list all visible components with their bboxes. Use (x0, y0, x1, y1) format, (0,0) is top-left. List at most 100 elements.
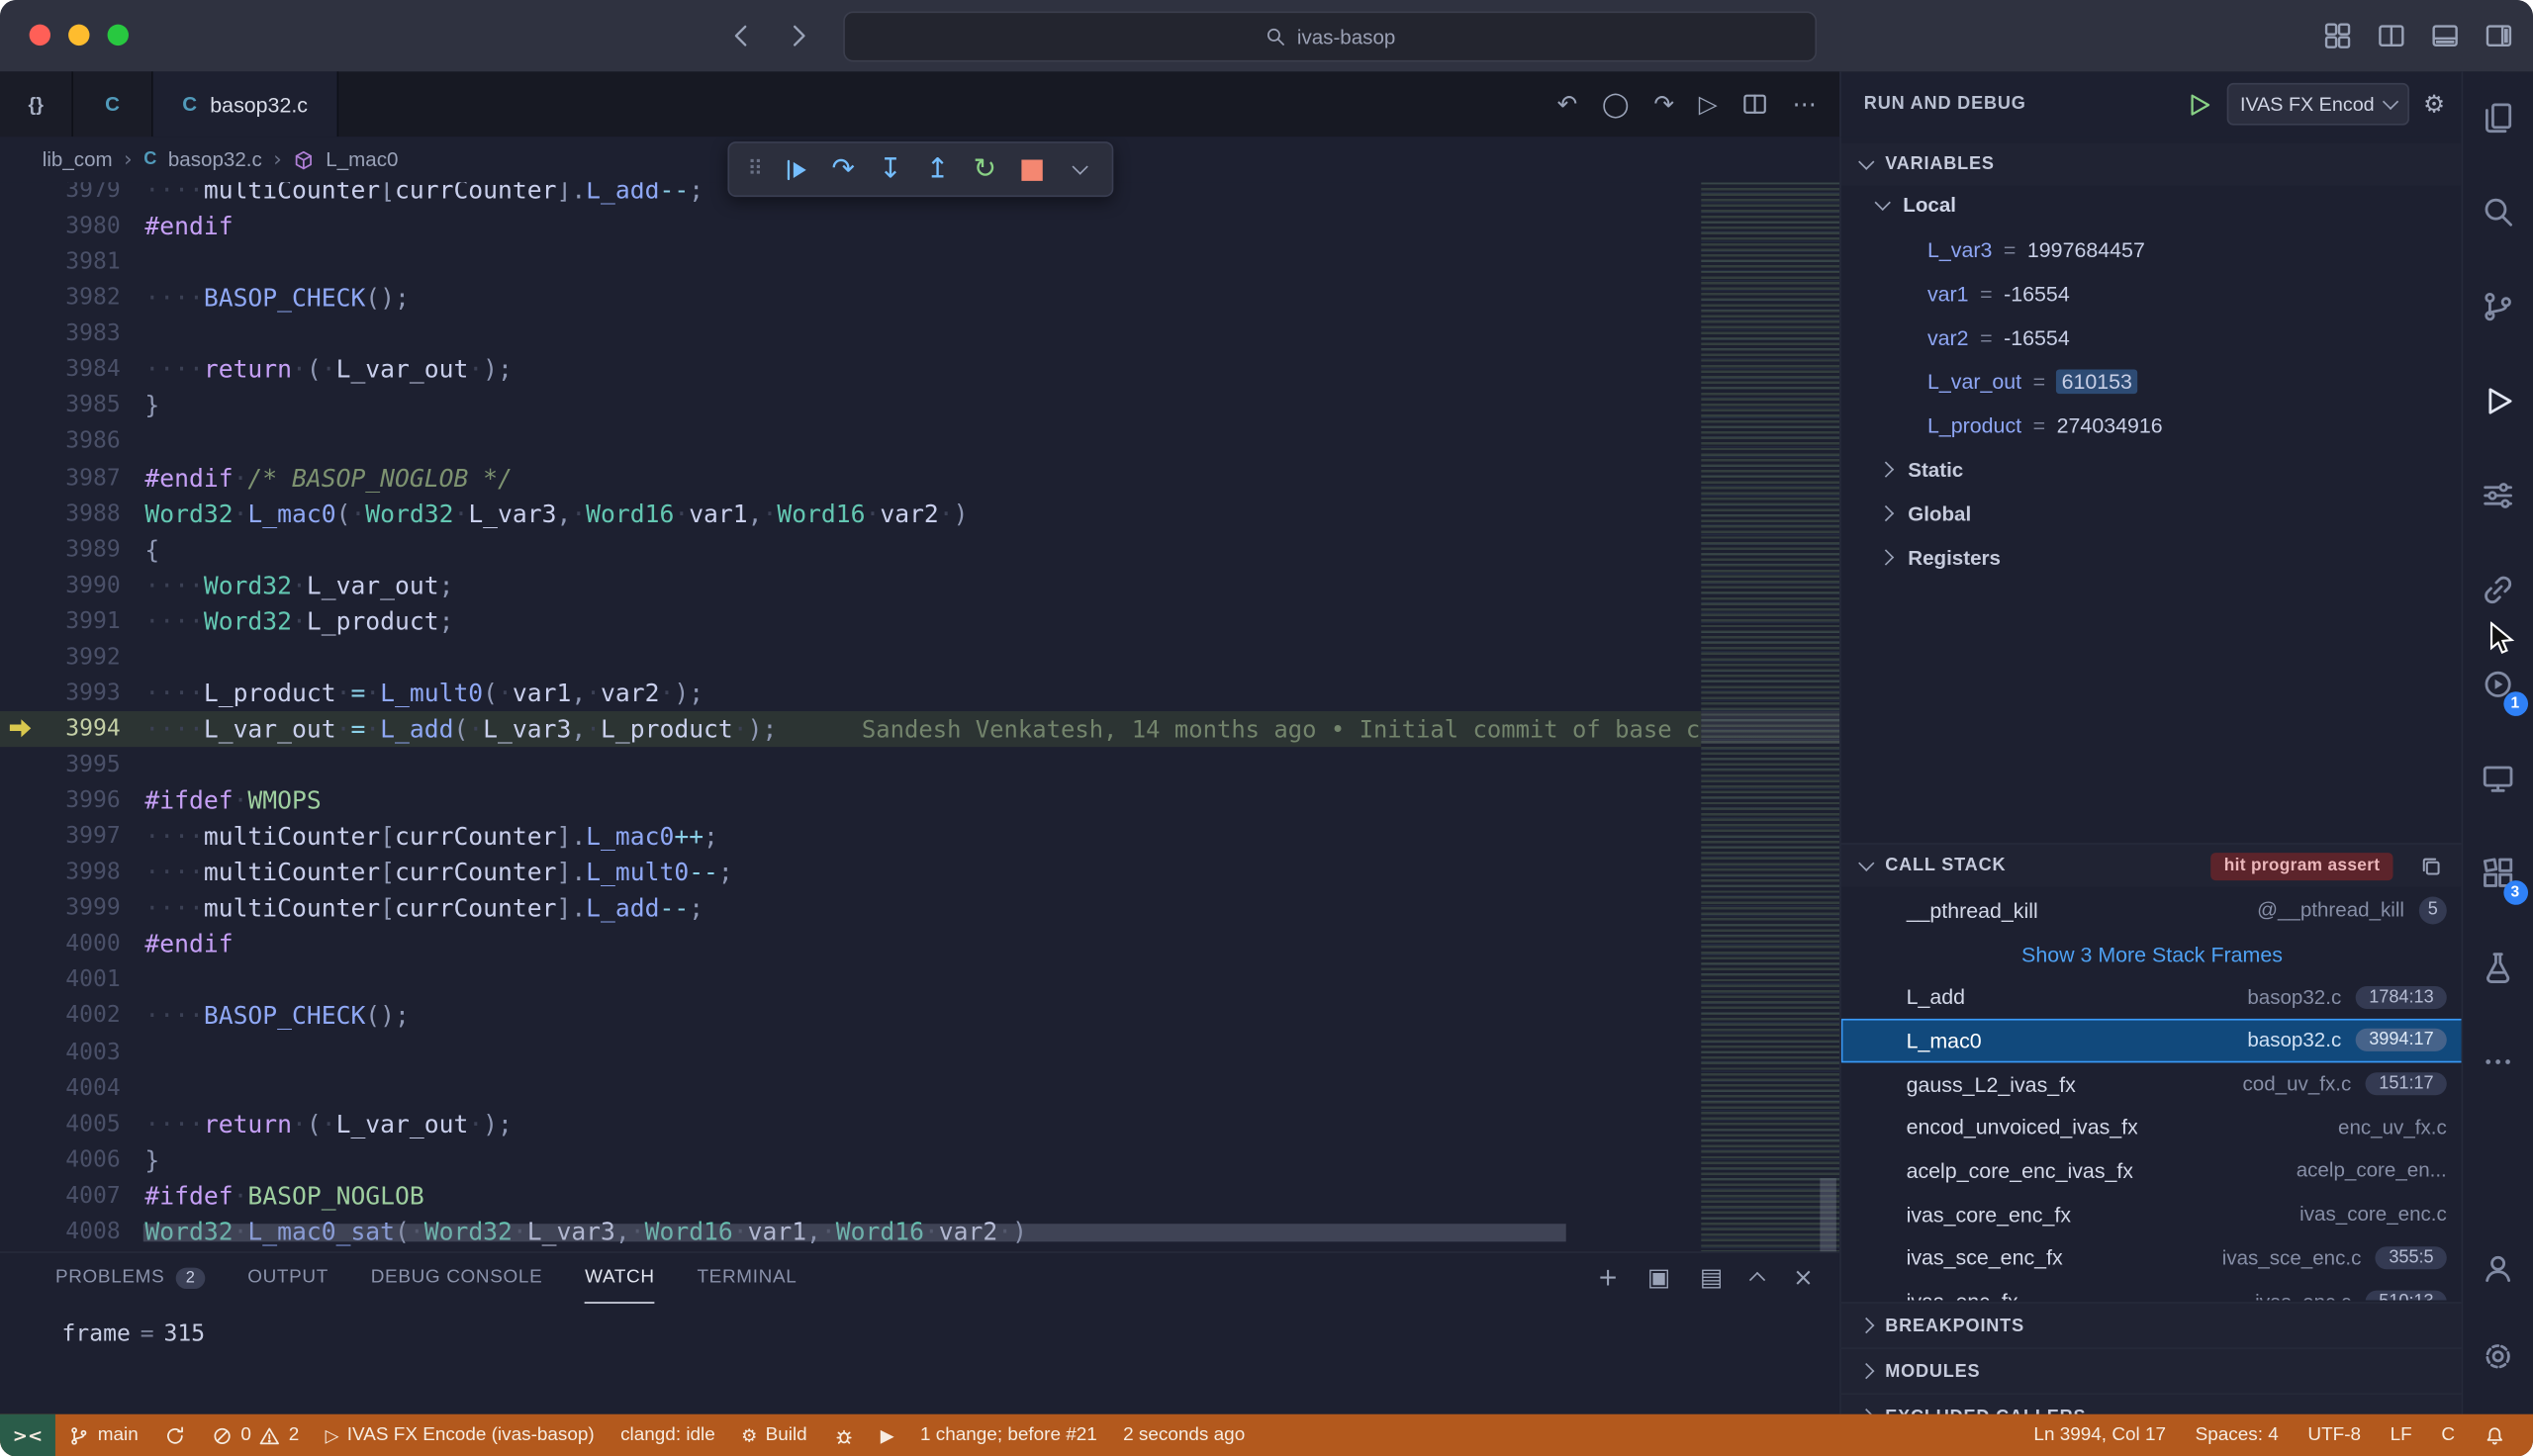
status-blame-age[interactable]: 2 seconds ago (1110, 1414, 1258, 1456)
status-indentation[interactable]: Spaces: 4 (2181, 1414, 2294, 1456)
variable-row[interactable]: L_var_out=610153 (1841, 360, 2463, 404)
line-number[interactable]: 3984 (0, 352, 121, 388)
line-number[interactable]: 3996 (0, 782, 121, 818)
watch-expression-row[interactable]: frame=315 (62, 1321, 206, 1347)
variable-row[interactable]: L_product=274034916 (1841, 404, 2463, 447)
line-number[interactable]: 3990 (0, 568, 121, 603)
code-text[interactable]: #endif (121, 927, 1702, 962)
forward-icon[interactable] (785, 21, 814, 50)
line-number[interactable]: 3983 (0, 317, 121, 352)
panel-tab-watch[interactable]: WATCH (585, 1253, 655, 1304)
tab-pinned-c[interactable]: C (73, 71, 153, 136)
line-number[interactable]: 3982 (0, 280, 121, 316)
expand-toolbar-button[interactable] (1058, 148, 1100, 191)
horizontal-scrollbar[interactable] (143, 1224, 1566, 1241)
section-header-breakpoints[interactable]: BREAKPOINTS (1841, 1302, 2463, 1347)
launch-config-dropdown[interactable]: IVAS FX Encod (2227, 83, 2408, 126)
scope-global[interactable]: Global (1841, 492, 2463, 535)
code-text[interactable]: ····return·(·L_var_out·); (121, 1106, 1702, 1141)
minimize-window-button[interactable] (68, 25, 89, 46)
activity-debug-session[interactable]: 1 (2462, 648, 2533, 719)
activity-testing[interactable] (2462, 931, 2533, 1002)
line-number[interactable]: 4005 (0, 1106, 121, 1141)
stack-frame[interactable]: __pthread_kill@__pthread_kill5 (1841, 888, 2463, 932)
line-number[interactable]: 3992 (0, 639, 121, 675)
status-clangd-status[interactable]: clangd: idle (608, 1414, 728, 1456)
next-change-icon[interactable]: ↷ (1653, 89, 1674, 119)
status-cmake-build[interactable]: ⚙Build (728, 1414, 820, 1456)
code-text[interactable]: ····multiCounter[currCounter].L_mult0--; (121, 855, 1702, 890)
line-number[interactable]: 4002 (0, 998, 121, 1034)
code-text[interactable] (121, 639, 1702, 675)
status-cursor-position[interactable]: Ln 3994, Col 17 (2019, 1414, 2181, 1456)
status-notifications[interactable] (2470, 1414, 2520, 1456)
code-text[interactable] (121, 317, 1702, 352)
status-cmake-debug[interactable] (820, 1414, 868, 1456)
panel-tab-terminal[interactable]: TERMINAL (697, 1253, 797, 1304)
code-text[interactable]: } (121, 1141, 1702, 1177)
section-header-excluded-callers[interactable]: EXCLUDED CALLERS (1841, 1393, 2463, 1413)
panel-tab-debug-console[interactable]: DEBUG CONSOLE (371, 1253, 543, 1304)
activity-source-control[interactable] (2462, 270, 2533, 341)
line-number[interactable]: 3986 (0, 423, 121, 459)
activity-run-and-debug[interactable] (2462, 365, 2533, 436)
layout-columns-icon[interactable] (2377, 21, 2406, 50)
status-language-mode[interactable]: C (2427, 1414, 2470, 1456)
status-cmake-launch[interactable]: ▶ (868, 1414, 907, 1456)
tab-pinned-json[interactable]: {} (0, 71, 73, 136)
copy-call-stack-icon[interactable] (2419, 854, 2444, 878)
copy-panel-icon[interactable]: ▤ (1700, 1263, 1723, 1293)
line-number[interactable]: 3993 (0, 676, 121, 711)
close-window-button[interactable] (30, 25, 50, 46)
collapse-panel-icon[interactable] (1752, 1269, 1764, 1285)
layout-grid-icon[interactable] (2323, 21, 2353, 50)
line-number[interactable]: 3998 (0, 855, 121, 890)
show-more-stack-frames-link[interactable]: Show 3 More Stack Frames (1841, 932, 2463, 975)
status-encoding[interactable]: UTF-8 (2294, 1414, 2376, 1456)
line-number[interactable]: 4003 (0, 1035, 121, 1070)
step-into-button[interactable]: ↧ (870, 148, 912, 191)
code-text[interactable]: } (121, 388, 1702, 423)
step-out-button[interactable]: ↥ (916, 148, 959, 191)
zoom-window-button[interactable] (108, 25, 129, 46)
add-watch-icon[interactable]: + (1598, 1263, 1619, 1293)
line-number[interactable]: 3981 (0, 244, 121, 280)
line-number[interactable]: 3995 (0, 747, 121, 782)
variables-section-header[interactable]: VARIABLES (1841, 143, 2463, 186)
stop-button[interactable]: ■ (1011, 148, 1054, 191)
panel-tab-problems[interactable]: PROBLEMS2 (55, 1253, 205, 1304)
continue-button[interactable] (775, 148, 817, 191)
code-text[interactable]: #ifdef·WMOPS (121, 782, 1702, 818)
prev-change-icon[interactable]: ↶ (1557, 89, 1578, 119)
scope-local[interactable]: Local (1841, 182, 2463, 226)
variable-row[interactable]: var1=-16554 (1841, 272, 2463, 316)
step-over-button[interactable]: ↷ (822, 148, 865, 191)
code-text[interactable]: #endif·/* BASOP_NOGLOB */ (121, 460, 1702, 496)
activity-settings[interactable] (2462, 1320, 2533, 1391)
scope-registers[interactable]: Registers (1841, 535, 2463, 579)
line-number[interactable]: 4008 (0, 1214, 121, 1249)
line-number[interactable]: 3980 (0, 209, 121, 244)
call-stack-section-header[interactable]: CALL STACK hit program assert (1841, 843, 2463, 886)
close-panel-icon[interactable]: × (1793, 1263, 1814, 1293)
code-text[interactable]: ····BASOP_CHECK(); (121, 280, 1702, 316)
stack-frame[interactable]: ivas_sce_enc_fxivas_sce_enc.c355:5 (1841, 1236, 2463, 1280)
status-eol[interactable]: LF (2376, 1414, 2427, 1456)
variable-row[interactable]: var2=-16554 (1841, 316, 2463, 359)
code-text[interactable]: { (121, 531, 1702, 567)
panel-tab-output[interactable]: OUTPUT (247, 1253, 328, 1304)
activity-more-views[interactable] (2462, 1026, 2533, 1097)
status-scm-status[interactable]: 1 change; before #21 (907, 1414, 1110, 1456)
line-number[interactable]: 3991 (0, 603, 121, 639)
line-number[interactable]: 4001 (0, 962, 121, 998)
vertical-scrollbar[interactable] (1820, 1178, 1835, 1251)
code-text[interactable]: ····Word32·L_var_out; (121, 568, 1702, 603)
breadcrumb-item[interactable]: lib_com (43, 148, 113, 171)
line-number[interactable]: 3988 (0, 496, 121, 531)
code-text[interactable] (121, 1070, 1702, 1106)
activity-search[interactable] (2462, 176, 2533, 247)
line-number[interactable]: 4006 (0, 1141, 121, 1177)
code-text[interactable]: ····return·(·L_var_out·); (121, 352, 1702, 388)
line-number[interactable]: 3989 (0, 531, 121, 567)
layout-panel-icon[interactable] (2430, 21, 2460, 50)
